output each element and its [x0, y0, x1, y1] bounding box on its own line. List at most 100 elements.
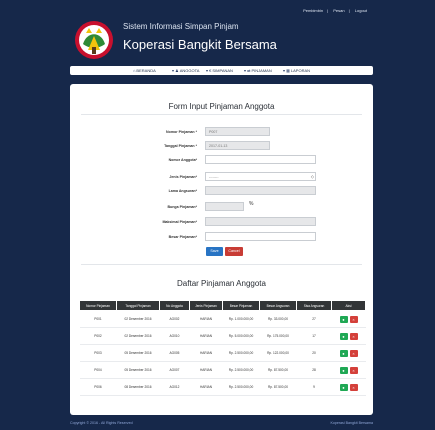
bunga-pinjaman-field — [205, 202, 244, 211]
cell: 02 Desember 2016 — [116, 310, 160, 328]
delete-button[interactable]: × — [349, 332, 358, 340]
divider — [81, 264, 362, 265]
besar-pinjaman-input[interactable] — [205, 232, 316, 241]
close-icon: × — [352, 367, 355, 373]
nav-beranda[interactable]: ⌂BERANDA — [133, 68, 156, 73]
cell: 9 — [296, 378, 332, 396]
col-besar-pinjaman: Besar Pinjaman — [222, 300, 260, 311]
maksimal-pinjaman-field — [205, 217, 316, 226]
detail-button[interactable]: ● — [339, 315, 348, 323]
label-tanggal-pinjaman: Tanggal Pinjaman * — [164, 144, 197, 148]
cell: 27 — [296, 310, 332, 328]
detail-button[interactable]: ● — [339, 383, 348, 391]
form-title: Form Input Pinjaman Anggota — [168, 102, 275, 111]
close-icon: × — [352, 384, 355, 390]
label-jenis-pinjaman: Jenis Pinjaman* — [169, 175, 197, 179]
tanggal-pinjaman-field: 2017-01-13 — [205, 141, 270, 150]
cell: Rp. 87.500,00 — [259, 361, 297, 379]
label-nomor-anggota: Nomor Anggota* — [168, 158, 197, 162]
cell: P002 — [79, 327, 117, 345]
cell: HARIAN — [189, 361, 223, 379]
cell: Rp. 1.000.000,00 — [222, 310, 260, 328]
close-icon: × — [352, 333, 355, 339]
col-tanggal-pinjaman: Tanggal Pinjaman — [116, 300, 160, 311]
footer-copyright: Copyright © 2016 - All Rights Reserved — [70, 421, 133, 425]
topbar-link-profile[interactable]: Pembimbin — [303, 8, 323, 13]
delete-button[interactable]: × — [349, 315, 358, 323]
cell: HARIAN — [189, 378, 223, 396]
detail-button[interactable]: ● — [339, 349, 348, 357]
cell: P003 — [79, 344, 117, 362]
cell: 28 — [296, 361, 332, 379]
koperasi-logo — [75, 21, 113, 59]
divider — [81, 114, 362, 115]
nav-laporan[interactable]: ▾ ▦LAPORAN — [283, 68, 310, 73]
table-header-row: Nomor Pinjaman Tanggal Pinjaman No Anggo… — [79, 300, 366, 311]
actions-cell: ● × — [331, 344, 366, 362]
delete-button[interactable]: × — [349, 366, 358, 374]
cell: 02 Desember 2016 — [116, 327, 160, 345]
nav-simpanan[interactable]: ▾ €SIMPANAN — [206, 68, 233, 73]
cell: Rp. 2.500.000,00 — [222, 378, 260, 396]
nav-anggota[interactable]: ▾ ♟ANGGOTA — [172, 68, 199, 73]
cell: HARIAN — [189, 344, 223, 362]
cell: P004 — [79, 361, 117, 379]
actions-cell: ● × — [331, 327, 366, 345]
table-row: P002 02 Desember 2016 AG010 HARIAN Rp. 5… — [79, 327, 366, 345]
topbar-link-logout[interactable]: Logout — [355, 8, 367, 13]
cell: P001 — [79, 310, 117, 328]
actions-cell: ● × — [331, 378, 366, 396]
nomor-pinjaman-field: P007 — [205, 127, 270, 136]
footer-brand: Koperasi Bangkit Bersama — [330, 421, 373, 425]
topbar-link-messages[interactable]: Pesan — [333, 8, 344, 13]
col-besar-angsuran: Besar Angsuran — [259, 300, 297, 311]
cell: Rp. 2.500.000,00 — [222, 344, 260, 362]
col-sisa-angsuran: Sisa Angsuran — [296, 300, 332, 311]
save-button[interactable]: Save — [206, 247, 223, 256]
list-title: Daftar Pinjaman Anggota — [177, 279, 266, 288]
transfer-icon: ▾ ⇄ — [244, 68, 251, 73]
label-nomor-pinjaman: Nomor Pinjaman * — [166, 130, 197, 134]
cell: 05 Desember 2016 — [116, 361, 160, 379]
eye-icon: ● — [342, 350, 345, 356]
cell: Rp. 122.000,00 — [259, 344, 297, 362]
actions-cell: ● × — [331, 310, 366, 328]
close-icon: × — [352, 350, 355, 356]
col-no-anggota: No Anggota — [159, 300, 190, 311]
detail-button[interactable]: ● — [339, 332, 348, 340]
cancel-button[interactable]: Cancel — [225, 247, 243, 256]
cell: Rp. 87.500,00 — [259, 378, 297, 396]
eye-icon: ● — [342, 384, 345, 390]
label-lama-angsuran: Lama Angsuran* — [168, 189, 197, 193]
cell: HARIAN — [189, 327, 223, 345]
delete-button[interactable]: × — [349, 383, 358, 391]
cell: HARIAN — [189, 310, 223, 328]
table-row: P003 05 Desember 2016 AG005 HARIAN Rp. 2… — [79, 344, 366, 362]
table-row: P004 05 Desember 2016 AG007 HARIAN Rp. 2… — [79, 361, 366, 379]
chevron-down-icon: ◇ — [310, 174, 314, 179]
cell: Rp. 175.000,00 — [259, 327, 297, 345]
percent-sign: % — [249, 201, 254, 207]
cell: 05 Desember 2016 — [116, 344, 160, 362]
table-row: P001 02 Desember 2016 AG002 HARIAN Rp. 1… — [79, 310, 366, 328]
nomor-anggota-input[interactable] — [205, 155, 316, 164]
cell: AG012 — [159, 378, 190, 396]
user-icon: ▾ ♟ — [172, 68, 179, 73]
delete-button[interactable]: × — [349, 349, 358, 357]
cell: 20 — [296, 344, 332, 362]
jenis-pinjaman-select[interactable]: -------- ◇ — [205, 172, 316, 181]
label-besar-pinjaman: Besar Pinjaman* — [168, 235, 197, 239]
col-jenis-pinjaman: Jenis Pinjaman — [189, 300, 223, 311]
report-icon: ▾ ▦ — [283, 68, 290, 73]
cell: 17 — [296, 327, 332, 345]
cell: Rp. 5.000.000,00 — [222, 327, 260, 345]
cell: AG005 — [159, 344, 190, 362]
eye-icon: ● — [342, 367, 345, 373]
col-aksi: Aksi — [331, 300, 366, 311]
cell: AG002 — [159, 310, 190, 328]
eye-icon: ● — [342, 333, 345, 339]
nav-pinjaman[interactable]: ▾ ⇄PINJAMAN — [244, 68, 272, 73]
label-maksimal-pinjaman: Maksimal Pinjaman* — [162, 220, 197, 224]
label-bunga-pinjaman: Bunga Pinjaman* — [167, 205, 197, 209]
detail-button[interactable]: ● — [339, 366, 348, 374]
